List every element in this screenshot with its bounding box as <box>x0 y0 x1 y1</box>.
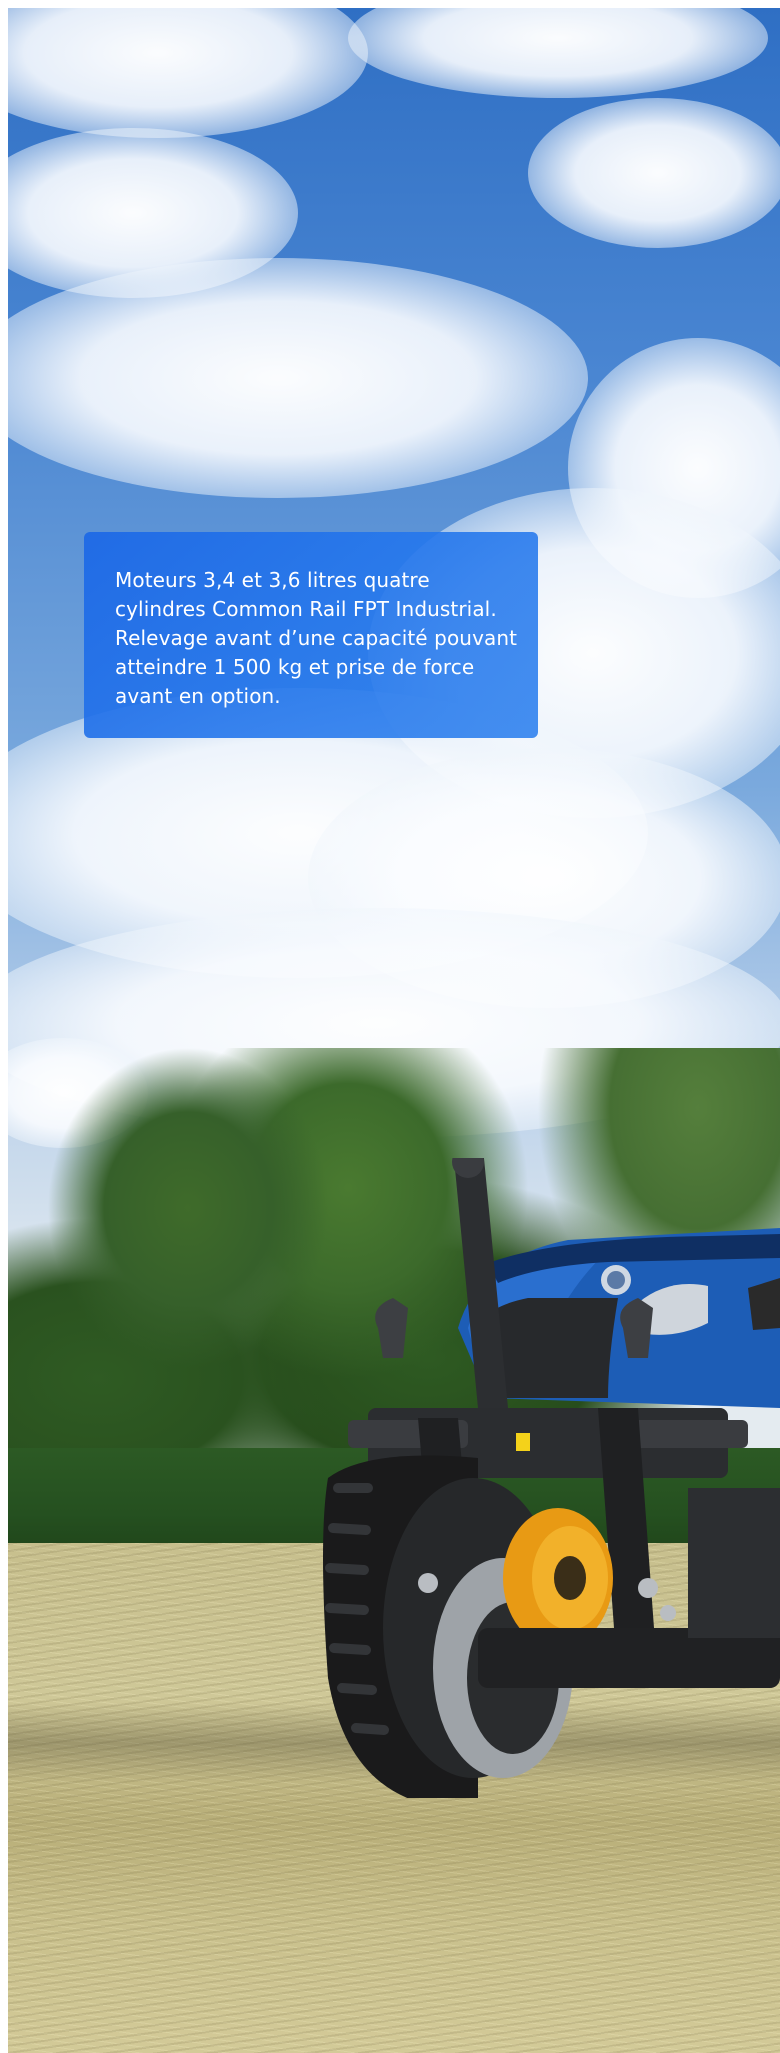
cloud <box>348 8 768 98</box>
tractor-illustration <box>323 1158 780 1798</box>
feature-caption-box: Moteurs 3,4 et 3,6 litres quatre cylindr… <box>84 532 538 738</box>
caption-line: avant en option. <box>115 684 281 708</box>
caption-line: Relevage avant d’une capacité pouvant <box>115 626 518 650</box>
cloud <box>528 98 780 248</box>
hero-photo: Moteurs 3,4 et 3,6 litres quatre cylindr… <box>8 8 780 2053</box>
caption-line: cylindres Common Rail FPT Industrial. <box>115 597 497 621</box>
cloud <box>8 8 368 138</box>
caption-line: Moteurs 3,4 et 3,6 litres quatre <box>115 568 430 592</box>
feature-caption-text: Moteurs 3,4 et 3,6 litres quatre cylindr… <box>115 566 518 711</box>
caption-line: atteindre 1 500 kg et prise de force <box>115 655 475 679</box>
cloud <box>8 258 588 498</box>
